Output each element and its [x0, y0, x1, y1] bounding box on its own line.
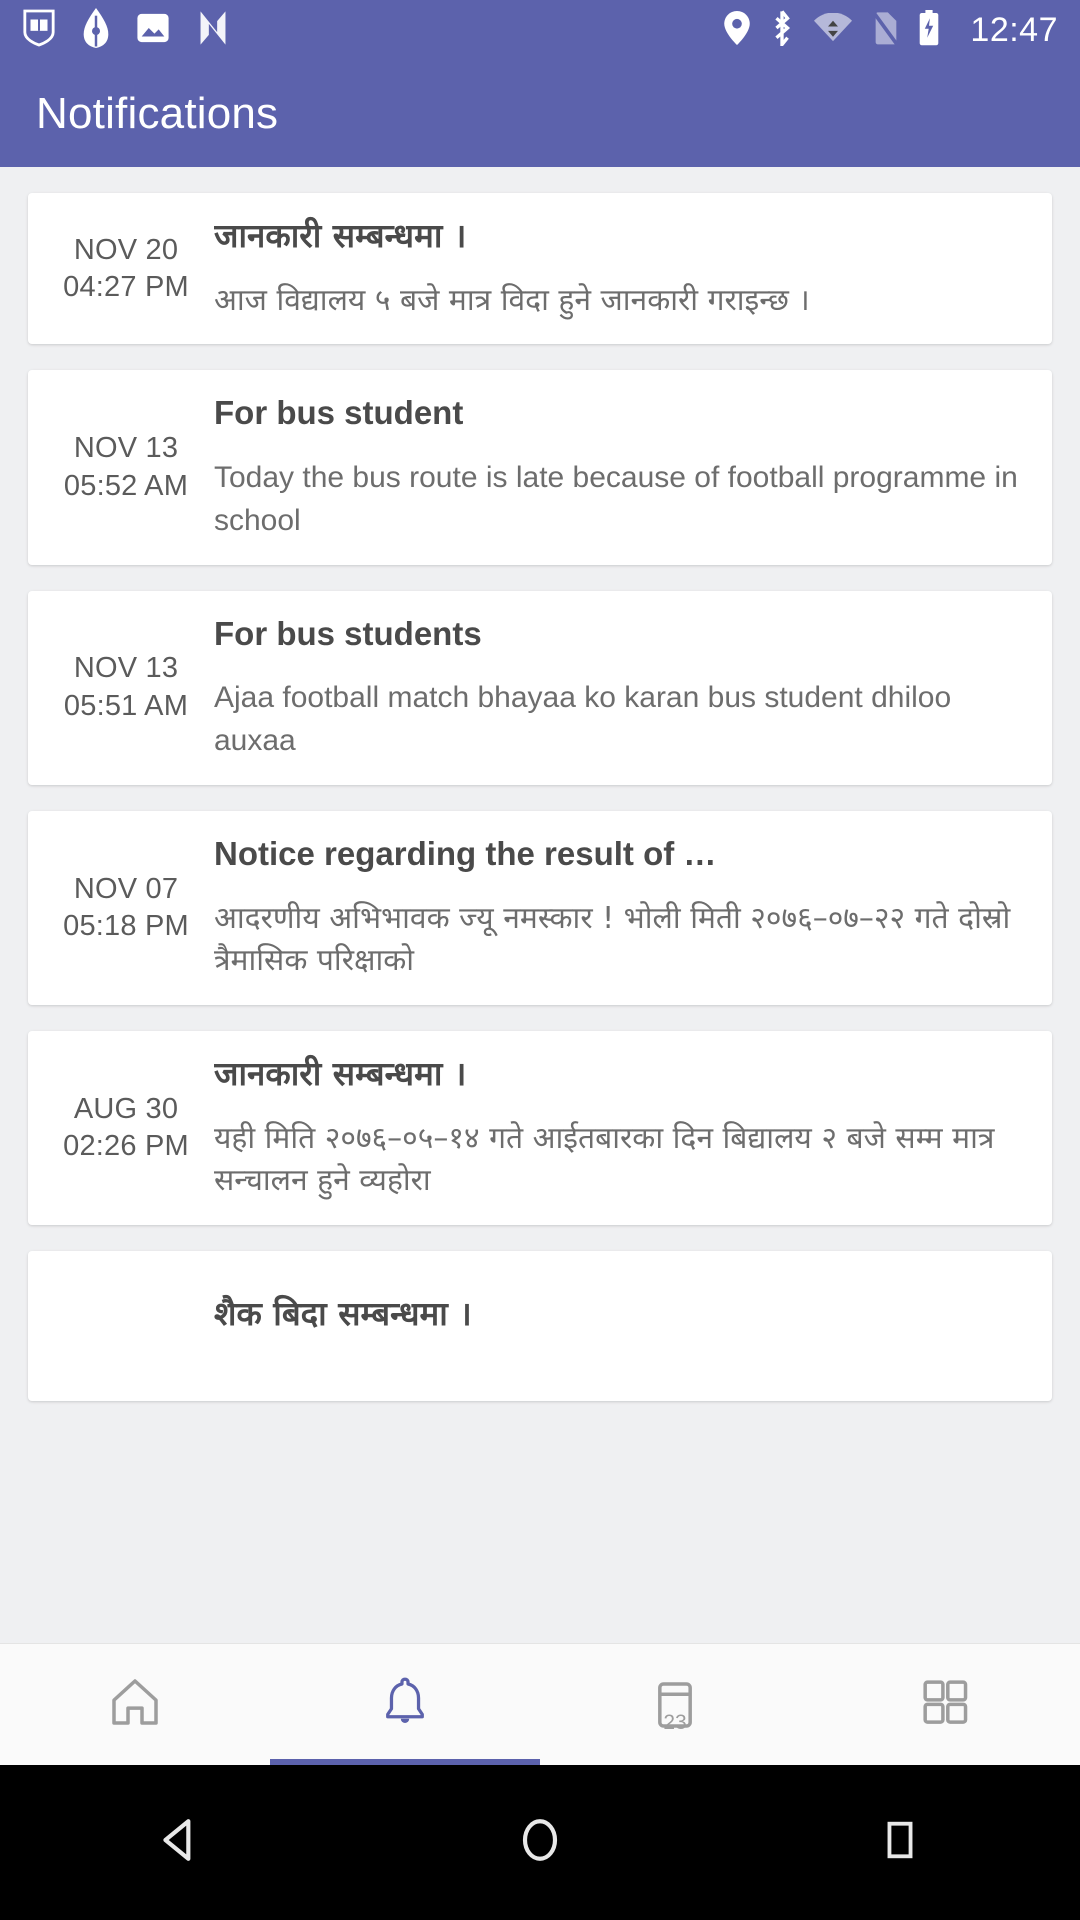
status-bar: 12:47 [0, 0, 1080, 60]
location-pin-icon [724, 10, 751, 50]
notification-date: NOV 13 05:52 AM [28, 430, 214, 504]
notification-text: Today the bus route is late because of f… [214, 461, 1018, 537]
notification-list[interactable]: NOV 20 04:27 PM जानकारी सम्बन्धमा । आज व… [0, 167, 1080, 1643]
calendar-icon: 23 [647, 1677, 703, 1734]
notification-card[interactable]: NOV 20 04:27 PM जानकारी सम्बन्धमा । आज व… [28, 193, 1052, 345]
grid-icon [917, 1674, 973, 1735]
notification-date-day: NOV 07 [73, 872, 179, 905]
notification-date: NOV 13 05:51 AM [28, 650, 214, 724]
notification-content: जानकारी सम्बन्धमा । यही मिति २०७६–०५–१४ … [214, 1053, 1052, 1203]
status-bar-right-icons: 12:47 [724, 9, 1058, 51]
active-tab-indicator [270, 1759, 540, 1765]
recents-button[interactable] [720, 1817, 1080, 1868]
status-bar-clock: 12:47 [970, 11, 1058, 49]
notification-date-day: NOV 13 [73, 432, 179, 465]
wifi-icon [814, 12, 853, 48]
no-sim-icon [872, 10, 899, 50]
app-bar: Notifications [0, 60, 1080, 167]
n-logo-icon [196, 10, 230, 51]
image-icon [136, 11, 170, 50]
nav-item-calendar[interactable]: 23 [540, 1644, 810, 1765]
bell-icon [377, 1674, 433, 1735]
notification-card[interactable]: AUG 30 02:26 PM जानकारी सम्बन्धमा । यही … [28, 1030, 1052, 1225]
notification-date-time: 02:26 PM [63, 1129, 189, 1162]
pen-nib-icon [82, 7, 110, 53]
notification-date-day: AUG 30 [73, 1092, 179, 1125]
notification-title: शैक बिदा सम्बन्धमा । [214, 1294, 472, 1334]
book-badge-icon [22, 9, 56, 52]
notification-date: NOV 07 05:18 PM [28, 871, 214, 945]
notification-title: For bus students [214, 614, 482, 652]
nav-item-more[interactable] [810, 1644, 1080, 1765]
notification-date-day: NOV 20 [73, 233, 179, 266]
back-triangle-icon [155, 1815, 205, 1870]
app-root: 12:47 Notifications NOV 20 04:27 PM जानक… [0, 0, 1080, 1920]
notification-content: For bus student Today the bus route is l… [214, 392, 1052, 542]
notification-content: Notice regarding the result of … आदरणीय … [214, 833, 1052, 983]
notification-card[interactable]: शैक बिदा सम्बन्धमा । [28, 1250, 1052, 1401]
notification-title: Notice regarding the result of … [214, 834, 717, 872]
notification-date-day: NOV 13 [73, 652, 179, 685]
notification-card[interactable]: NOV 13 05:52 AM For bus student Today th… [28, 370, 1052, 565]
nav-item-notifications[interactable] [270, 1644, 540, 1765]
notification-card[interactable]: NOV 13 05:51 AM For bus students Ajaa fo… [28, 590, 1052, 785]
notification-text: Ajaa football match bhayaa ko karan bus … [214, 681, 952, 758]
notification-title: For bus student [214, 394, 464, 432]
notification-date-time: 05:52 AM [63, 469, 189, 502]
home-circle-icon [515, 1815, 565, 1870]
notification-text: यही मिति २०७६–०५–१४ गते आईतबारका दिन बिद… [214, 1120, 995, 1199]
home-icon [107, 1674, 163, 1735]
nav-item-home[interactable] [0, 1644, 270, 1765]
notification-card[interactable]: NOV 07 05:18 PM Notice regarding the res… [28, 810, 1052, 1005]
notification-date-time: 05:51 AM [63, 689, 189, 722]
notification-title: जानकारी सम्बन्धमा । [214, 216, 467, 255]
android-system-nav [0, 1765, 1080, 1920]
bluetooth-icon [770, 9, 794, 51]
status-bar-left-icons [22, 7, 230, 53]
notification-date-time: 05:18 PM [63, 909, 189, 942]
home-button[interactable] [360, 1815, 720, 1870]
recents-square-icon [877, 1817, 923, 1868]
back-button[interactable] [0, 1815, 360, 1870]
notification-date: NOV 20 04:27 PM [28, 232, 214, 306]
notification-date: AUG 30 02:26 PM [28, 1091, 214, 1165]
page-title: Notifications [36, 88, 279, 138]
notification-content: शैक बिदा सम्बन्धमा । [214, 1293, 1052, 1358]
notification-date-time: 04:27 PM [63, 270, 189, 303]
battery-charging-icon [918, 9, 940, 51]
notification-content: For bus students Ajaa football match bha… [214, 613, 1052, 763]
bottom-navigation: 23 [0, 1643, 1080, 1765]
notification-title: जानकारी सम्बन्धमा । [214, 1053, 467, 1093]
notification-text: आज विद्यालय ५ बजे मात्र विदा हुने जानकार… [214, 282, 810, 318]
notification-text: आदरणीय अभिभावक ज्यू नमस्कार ! भोली मिती … [214, 900, 1011, 979]
calendar-badge: 23 [663, 1710, 687, 1734]
notification-content: जानकारी सम्बन्धमा । आज विद्यालय ५ बजे मा… [214, 215, 1052, 322]
